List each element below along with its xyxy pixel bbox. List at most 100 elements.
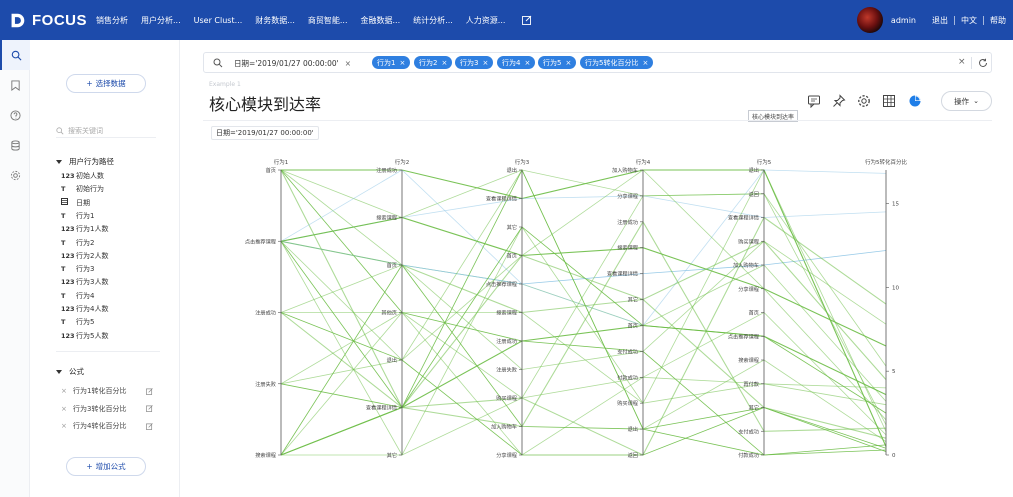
group-title: 用户行为路径 <box>69 157 114 166</box>
series-line[interactable] <box>280 169 887 425</box>
tick-label: 付款成功 <box>738 451 759 459</box>
tick-label: 加入购物车 <box>491 423 517 431</box>
number-type-icon: 123 <box>61 225 75 234</box>
close-icon[interactable]: × <box>61 405 73 413</box>
field-item[interactable]: 123 行为3人数 <box>61 277 108 287</box>
select-data-label: 选择数据 <box>95 79 126 88</box>
database-icon <box>10 139 20 151</box>
tick-label: 加入购物车 <box>733 261 759 269</box>
tick-label: 15 <box>892 202 899 208</box>
field-name: 初始行为 <box>76 185 104 194</box>
nav-item[interactable]: 统计分析... <box>413 15 453 26</box>
series-line[interactable] <box>280 169 887 402</box>
tick-label: 查看课程详情 <box>366 404 397 412</box>
avatar[interactable] <box>856 7 883 33</box>
tick-label: 查看课程详情 <box>607 270 638 278</box>
edit-icon[interactable] <box>146 405 153 412</box>
tick-label: 返回 <box>749 191 759 198</box>
logout-link[interactable]: 退出 <box>932 15 948 26</box>
text-type-icon: T <box>61 185 66 194</box>
add-formula-label: 增加公式 <box>95 462 126 471</box>
field-item[interactable]: 日期 <box>61 198 90 208</box>
formula-item[interactable]: × 行为4转化百分比 <box>61 421 153 431</box>
tick-label: 退出 <box>507 166 517 174</box>
nav-item[interactable]: 人力资源... <box>466 15 506 26</box>
divider <box>56 351 160 352</box>
tick-label: 注册成功 <box>617 218 638 226</box>
field-name: 行为2人数 <box>76 251 109 260</box>
field-item[interactable]: 123 行为1人数 <box>61 224 108 234</box>
nav-item[interactable]: 金融数据... <box>361 15 401 26</box>
tick-label: 购买课程 <box>617 399 638 407</box>
close-icon[interactable]: × <box>61 422 73 430</box>
caret-down-icon <box>56 369 62 374</box>
tick-label: 10 <box>892 285 899 291</box>
tick-label: 搜索课程 <box>496 309 517 317</box>
user-name[interactable]: admin <box>891 16 916 25</box>
main-area: 日期='2019/01/27 00:00:00' × 行为1 × 行为2 × 行为3… <box>180 40 1013 497</box>
formula-group-header[interactable]: 公式 <box>56 366 84 377</box>
close-icon[interactable]: × <box>61 387 73 395</box>
series-line[interactable] <box>281 312 887 406</box>
plus-icon: + <box>86 79 93 88</box>
tick-label: 查看课程详情 <box>486 195 517 203</box>
top-navigation-bar: FOCUS 销售分析 用户分析... User Clust... 财务数据...… <box>0 0 1013 40</box>
axis-title: 行为5转化百分比 <box>865 158 907 166</box>
series-line[interactable] <box>280 324 887 456</box>
data-panel: + 选择数据 搜索关键词 用户行为路径 123 初始人数 T 初始行为日期 T 行为1 12… <box>30 40 180 497</box>
formula-item[interactable]: × 行为3转化百分比 <box>61 404 153 414</box>
field-name: 行为3 <box>76 265 95 274</box>
app-logo[interactable]: FOCUS <box>9 11 87 29</box>
formula-item[interactable]: × 行为1转化百分比 <box>61 386 153 396</box>
edit-icon[interactable] <box>146 387 153 395</box>
help-link[interactable]: 帮助 <box>990 15 1006 26</box>
nav-item[interactable]: 财务数据... <box>255 15 295 26</box>
field-item[interactable]: 123 行为5人数 <box>61 331 108 341</box>
tick-label: 返回 <box>628 452 638 459</box>
series-line[interactable] <box>280 193 887 399</box>
field-item[interactable]: T 初始行为 <box>61 184 104 194</box>
nav-item[interactable]: 商贸智能... <box>308 15 348 26</box>
field-item[interactable]: T 行为2 <box>61 238 94 248</box>
text-type-icon: T <box>61 265 66 274</box>
edit-icon[interactable] <box>146 422 153 430</box>
rail-help[interactable] <box>0 100 30 130</box>
rail-settings[interactable] <box>0 160 30 190</box>
axis: 行为2注册成功搜索课程首页其他页退出查看课程详情其它 <box>366 158 409 459</box>
field-item[interactable]: T 行为5 <box>61 317 94 327</box>
field-item[interactable]: 123 行为4人数 <box>61 304 108 314</box>
logo-text: FOCUS <box>32 11 87 29</box>
search-input[interactable]: 搜索关键词 <box>56 124 156 138</box>
field-item[interactable]: T 行为3 <box>61 264 94 274</box>
axis: 行为4加入购物车分享课程注册成功搜索课程查看课程详情其它首页支付成功付款成功购买… <box>607 158 651 459</box>
language-switch[interactable]: 中文 <box>961 15 977 26</box>
field-item[interactable]: 123 初始人数 <box>61 171 104 181</box>
field-item[interactable]: T 行为1 <box>61 211 94 221</box>
nav-item[interactable]: 销售分析 <box>96 15 128 26</box>
tick-label: 首页 <box>266 166 276 174</box>
add-formula-button[interactable]: + 增加公式 <box>66 457 146 476</box>
field-item[interactable]: 123 行为2人数 <box>61 251 108 261</box>
tick-label: 购买课程 <box>496 394 517 402</box>
tick-label: 首页 <box>387 261 397 269</box>
nav-item[interactable]: User Clust... <box>194 16 243 25</box>
bookmark-icon <box>10 79 20 91</box>
tick-label: 再付款 <box>743 380 759 388</box>
tick-label: 其它 <box>507 223 517 231</box>
field-item[interactable]: T 行为4 <box>61 291 94 301</box>
axis: 行为5退出返回查看课程详情购买课程加入购物车分享课程首页点击推荐课程搜索课程再付… <box>728 158 772 459</box>
rail-bookmark[interactable] <box>0 70 30 100</box>
field-name: 行为4 <box>76 291 95 300</box>
series-line[interactable] <box>280 169 887 439</box>
field-group-header[interactable]: 用户行为路径 <box>56 156 114 167</box>
series-line[interactable] <box>280 195 887 242</box>
tick-label: 5 <box>892 369 896 375</box>
tick-label: 点击推荐课程 <box>728 332 759 340</box>
field-name: 行为5 <box>76 318 95 327</box>
edit-icon[interactable] <box>522 15 532 25</box>
rail-search[interactable] <box>0 40 30 70</box>
nav-item[interactable]: 用户分析... <box>141 15 181 26</box>
select-data-button[interactable]: + 选择数据 <box>66 74 146 93</box>
rail-database[interactable] <box>0 130 30 160</box>
axis-title: 行为2 <box>395 158 410 166</box>
